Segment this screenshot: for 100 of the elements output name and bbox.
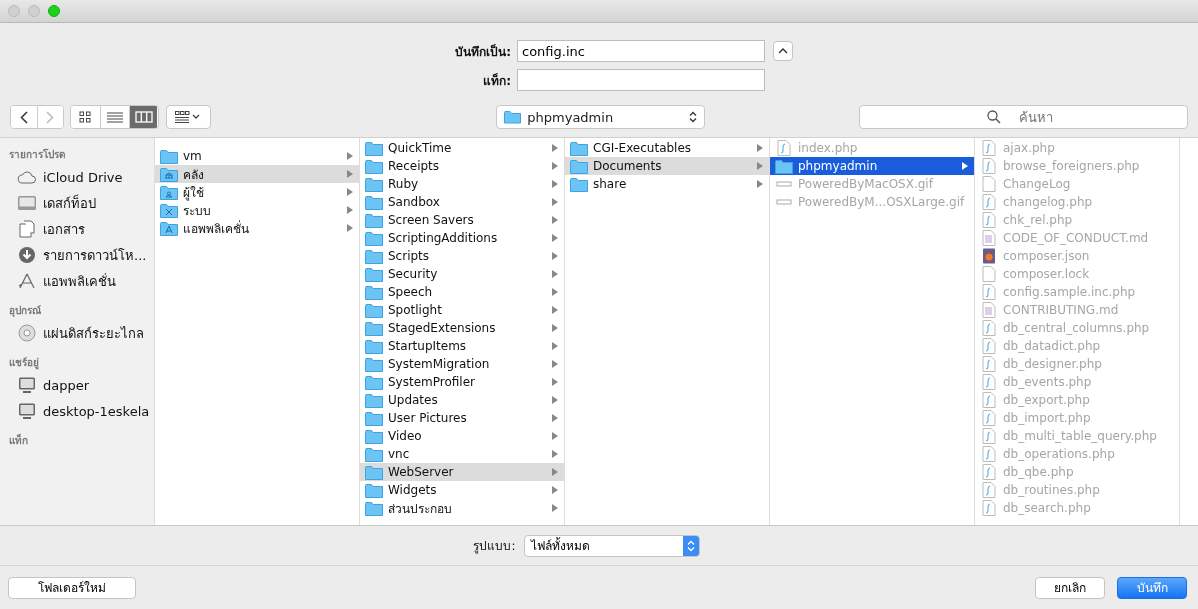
computer-icon: [17, 402, 37, 420]
file-row[interactable]: vm: [155, 147, 359, 165]
folder-icon: [365, 194, 383, 210]
file-row[interactable]: Screen Savers: [360, 211, 564, 229]
file-row[interactable]: Updates: [360, 391, 564, 409]
folder-icon: [504, 110, 522, 124]
new-folder-button[interactable]: โฟลเดอร์ใหม่: [8, 576, 136, 599]
expand-arrow-icon: [552, 450, 558, 458]
file-row[interactable]: phpmyadmin: [770, 157, 974, 175]
folder-icon: [365, 176, 383, 192]
folder-icon: [365, 428, 383, 444]
file-row[interactable]: ระบบ: [155, 201, 359, 219]
file-row[interactable]: QuickTime: [360, 139, 564, 157]
folder-icon: [365, 374, 383, 390]
format-popup[interactable]: ไฟล์ทั้งหมด: [523, 534, 700, 557]
php-file-icon: [980, 410, 998, 426]
downloads-icon: [17, 246, 37, 264]
file-row[interactable]: User Pictures: [360, 409, 564, 427]
chevron-right-icon: [46, 110, 55, 124]
php-file-icon: [980, 212, 998, 228]
cancel-button[interactable]: ยกเลิก: [1035, 576, 1105, 599]
folder-icon: [570, 140, 588, 156]
php-file-icon: [980, 338, 998, 354]
folder-icon: [570, 176, 588, 192]
expand-arrow-icon: [552, 216, 558, 224]
php-file-icon: [980, 464, 998, 480]
sidebar-heading: แท็ก: [8, 432, 29, 448]
folder-icon: [365, 338, 383, 354]
php-file-icon: [980, 158, 998, 174]
folder-icon: [365, 158, 383, 174]
expand-arrow-icon: [552, 288, 558, 296]
column-view-button[interactable]: [128, 106, 158, 128]
plain-file-icon: [980, 266, 998, 282]
file-row[interactable]: StartupItems: [360, 337, 564, 355]
collapse-button[interactable]: [773, 41, 793, 61]
expand-arrow-icon: [757, 144, 763, 152]
file-row[interactable]: Security: [360, 265, 564, 283]
php-file-icon: [980, 482, 998, 498]
folder-icon: [365, 482, 383, 498]
arrange-icon: [175, 111, 202, 123]
stepper-icon: [682, 535, 699, 556]
file-row[interactable]: Ruby: [360, 175, 564, 193]
location-popup[interactable]: phpmyadmin: [496, 105, 705, 129]
file-row[interactable]: Widgets: [360, 481, 564, 499]
minimize-button[interactable]: [28, 5, 40, 17]
json-file-icon: [980, 248, 998, 264]
file-row[interactable]: Speech: [360, 283, 564, 301]
file-row[interactable]: Receipts: [360, 157, 564, 175]
sidebar-item[interactable]: รายการดาวน์โห...: [0, 242, 154, 268]
sidebar-item[interactable]: iCloud Drive: [0, 164, 154, 190]
sidebar-item[interactable]: dapper: [0, 372, 154, 398]
columns-icon: [134, 111, 153, 123]
tags-field[interactable]: [517, 69, 765, 91]
folder-icon: [365, 392, 383, 408]
save-as-field[interactable]: config.inc: [517, 40, 765, 62]
file-row[interactable]: Video: [360, 427, 564, 445]
php-file-icon: [980, 320, 998, 336]
file-row[interactable]: คลัง: [155, 165, 359, 183]
expand-arrow-icon: [552, 468, 558, 476]
php-file-icon: [980, 284, 998, 300]
grid-icon: [79, 111, 92, 123]
expand-arrow-icon: [552, 198, 558, 206]
file-row[interactable]: ScriptingAdditions: [360, 229, 564, 247]
expand-arrow-icon: [552, 234, 558, 242]
expand-arrow-icon: [552, 180, 558, 188]
file-row[interactable]: share: [565, 175, 769, 193]
file-row[interactable]: ผู้ใช้: [155, 183, 359, 201]
close-button[interactable]: [8, 5, 20, 17]
file-row[interactable]: StagedExtensions: [360, 319, 564, 337]
sidebar-item[interactable]: แอพพลิเคชั่น: [0, 268, 154, 294]
file-row[interactable]: Documents: [565, 157, 769, 175]
sidebar-item[interactable]: desktop-1eskela: [0, 398, 154, 424]
folder-icon: [365, 248, 383, 264]
file-row[interactable]: Sandbox: [360, 193, 564, 211]
expand-arrow-icon: [552, 378, 558, 386]
save-as-label: บันทึกเป็น:: [454, 43, 511, 61]
file-row[interactable]: SystemProfiler: [360, 373, 564, 391]
file-row[interactable]: Scripts: [360, 247, 564, 265]
search-icon: [987, 110, 1002, 124]
zoom-button[interactable]: [48, 5, 60, 17]
file-row[interactable]: vnc: [360, 445, 564, 463]
folder-icon: [365, 140, 383, 156]
file-row[interactable]: ส่วนประกอบ: [360, 499, 564, 517]
view-mode-control[interactable]: [69, 105, 159, 129]
file-row[interactable]: แอพพลิเคชั่น: [155, 219, 359, 237]
folder-icon: [365, 356, 383, 372]
php-file-icon: [980, 446, 998, 462]
expand-arrow-icon: [552, 360, 558, 368]
sidebar-item[interactable]: แผ่นดิสก์ระยะไกล: [0, 320, 154, 346]
file-row[interactable]: WebServer: [360, 463, 564, 481]
arrange-button[interactable]: [165, 105, 212, 129]
search-field[interactable]: ค้นหา: [859, 105, 1189, 129]
sidebar-item[interactable]: เอกสาร: [0, 216, 154, 242]
navigation-control[interactable]: [10, 105, 64, 129]
file-row[interactable]: Spotlight: [360, 301, 564, 319]
file-row[interactable]: SystemMigration: [360, 355, 564, 373]
sidebar-item[interactable]: เดสก์ท็อป: [0, 190, 154, 216]
file-row[interactable]: CGI-Executables: [565, 139, 769, 157]
expand-arrow-icon: [552, 486, 558, 494]
folder-icon: [775, 158, 793, 174]
